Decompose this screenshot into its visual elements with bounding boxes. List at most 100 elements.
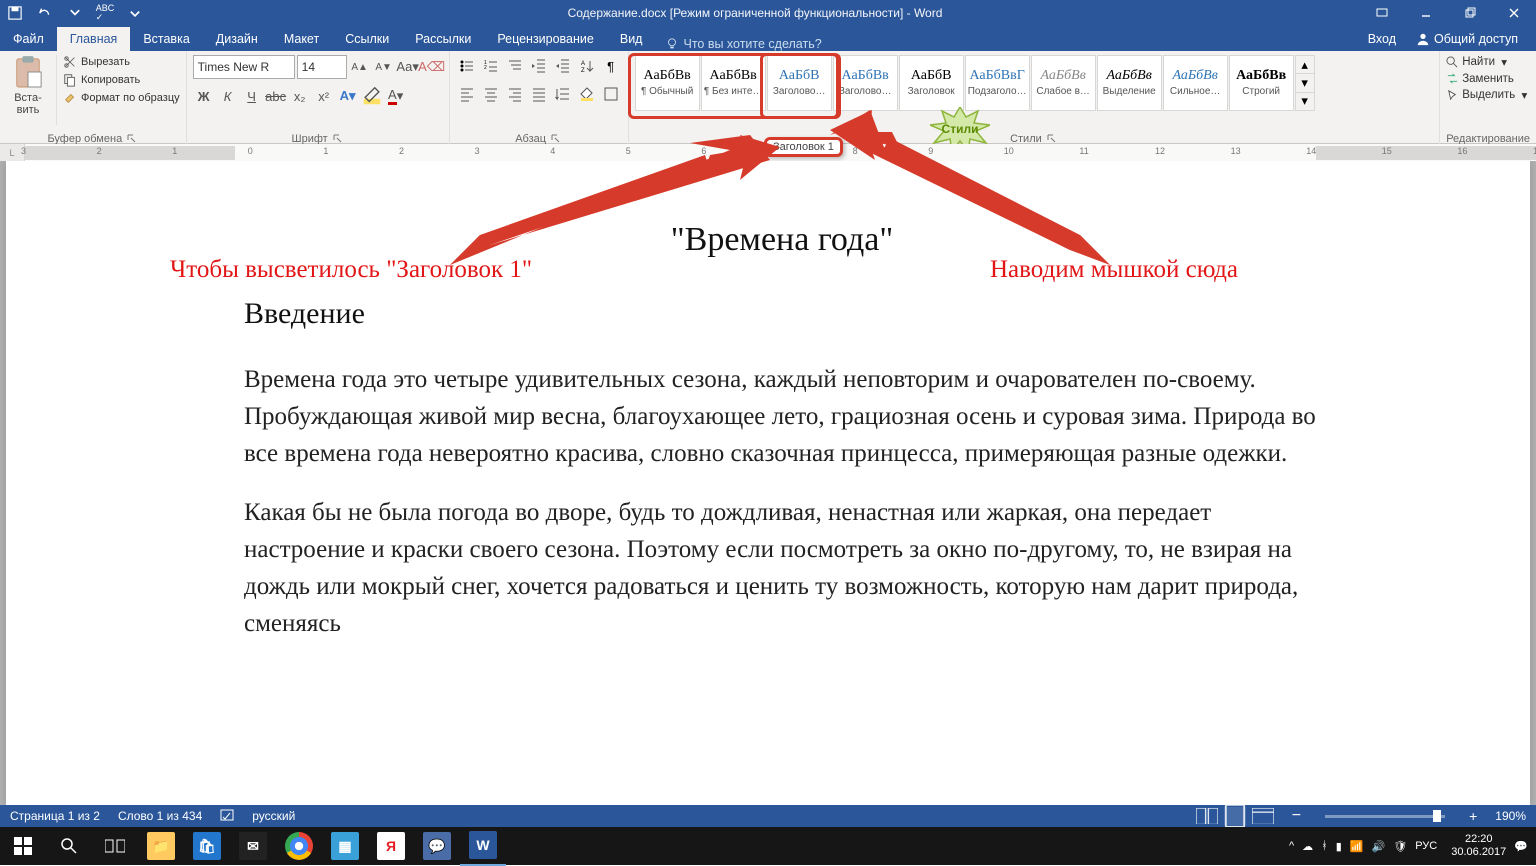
style-tile-4[interactable]: АаБбВЗаголовок bbox=[899, 55, 964, 111]
share-button[interactable]: Общий доступ bbox=[1406, 27, 1528, 51]
taskbar-app-word[interactable]: W bbox=[460, 826, 506, 866]
undo-menu-icon[interactable] bbox=[60, 0, 90, 26]
tab-review[interactable]: Рецензирование bbox=[484, 27, 607, 51]
underline-button[interactable]: Ч bbox=[241, 85, 263, 107]
qat-menu-icon[interactable] bbox=[120, 0, 150, 26]
taskbar-app-chrome[interactable] bbox=[276, 827, 322, 865]
tab-layout[interactable]: Макет bbox=[271, 27, 332, 51]
style-tile-7[interactable]: АаБбВвВыделение bbox=[1097, 55, 1162, 111]
tray-defender-icon[interactable]: 🛡 bbox=[1393, 840, 1407, 853]
format-painter-button[interactable]: Формат по образцу bbox=[63, 91, 180, 105]
taskbar-app-mail[interactable]: ✉ bbox=[230, 827, 276, 865]
style-tile-8[interactable]: АаБбВвСильное… bbox=[1163, 55, 1228, 111]
style-tile-6[interactable]: АаБбВвСлабое в… bbox=[1031, 55, 1096, 111]
web-layout-icon[interactable] bbox=[1252, 807, 1274, 825]
tray-wifi-icon[interactable]: 📶 bbox=[1350, 840, 1364, 853]
tab-home[interactable]: Главная bbox=[57, 27, 131, 51]
sort-icon[interactable]: AZ bbox=[576, 55, 598, 77]
multilevel-list-icon[interactable] bbox=[504, 55, 526, 77]
tray-bluetooth-icon[interactable]: ᚼ bbox=[1321, 840, 1328, 852]
show-marks-icon[interactable]: ¶ bbox=[600, 55, 622, 77]
close-icon[interactable] bbox=[1492, 0, 1536, 26]
zoom-slider[interactable] bbox=[1325, 815, 1445, 818]
tab-view[interactable]: Вид bbox=[607, 27, 656, 51]
italic-button[interactable]: К bbox=[217, 85, 239, 107]
signin-button[interactable]: Вход bbox=[1358, 27, 1406, 51]
shading-icon[interactable] bbox=[576, 83, 598, 105]
bullets-icon[interactable] bbox=[456, 55, 478, 77]
numbering-icon[interactable]: 12 bbox=[480, 55, 502, 77]
subscript-icon[interactable]: x₂ bbox=[289, 85, 311, 107]
status-words[interactable]: Слово 1 из 434 bbox=[118, 809, 202, 823]
tray-battery-icon[interactable]: ▮ bbox=[1336, 840, 1342, 853]
text-effects-icon[interactable]: A▾ bbox=[337, 85, 359, 107]
spellcheck-icon[interactable]: ABC✓ bbox=[90, 0, 120, 26]
cut-button[interactable]: Вырезать bbox=[63, 55, 180, 69]
tray-chevron-icon[interactable]: ^ bbox=[1289, 840, 1294, 852]
borders-icon[interactable] bbox=[600, 83, 622, 105]
align-center-icon[interactable] bbox=[480, 83, 502, 105]
tab-mailings[interactable]: Рассылки bbox=[402, 27, 484, 51]
zoom-in-icon[interactable]: + bbox=[1469, 808, 1477, 824]
change-case-icon[interactable]: Aa▾ bbox=[397, 56, 419, 78]
taskbar-app-explorer[interactable]: 📁 bbox=[138, 827, 184, 865]
taskbar-app-generic2[interactable]: 💬 bbox=[414, 827, 460, 865]
tab-insert[interactable]: Вставка bbox=[130, 27, 202, 51]
status-page[interactable]: Страница 1 из 2 bbox=[10, 809, 100, 823]
spell-status-icon[interactable] bbox=[220, 808, 234, 825]
tray-clock[interactable]: 22:20 30.06.2017 bbox=[1451, 833, 1506, 859]
copy-button[interactable]: Копировать bbox=[63, 73, 180, 87]
increase-indent-icon[interactable] bbox=[552, 55, 574, 77]
zoom-level[interactable]: 190% bbox=[1495, 809, 1526, 823]
tray-onedrive-icon[interactable]: ☁ bbox=[1302, 840, 1313, 853]
styles-scroll[interactable]: ▴▾▾ bbox=[1295, 55, 1315, 111]
zoom-out-icon[interactable]: − bbox=[1292, 807, 1301, 825]
status-language[interactable]: русский bbox=[252, 809, 295, 823]
style-tile-1[interactable]: АаБбВв¶ Без инте… bbox=[701, 55, 766, 111]
align-right-icon[interactable] bbox=[504, 83, 526, 105]
minimize-icon[interactable] bbox=[1404, 0, 1448, 26]
taskbar-app-yandex[interactable]: Я bbox=[368, 827, 414, 865]
ribbon-display-icon[interactable] bbox=[1360, 0, 1404, 26]
print-layout-icon[interactable] bbox=[1224, 807, 1246, 825]
style-tile-9[interactable]: АаБбВвСтрогий bbox=[1229, 55, 1294, 111]
highlight-icon[interactable] bbox=[361, 85, 383, 107]
tab-file[interactable]: Файл bbox=[0, 27, 57, 51]
doc-paragraph-1[interactable]: Времена года это четыре удивительных сез… bbox=[244, 361, 1320, 472]
superscript-icon[interactable]: x² bbox=[313, 85, 335, 107]
line-spacing-icon[interactable] bbox=[552, 83, 574, 105]
grow-font-icon[interactable]: A▲ bbox=[349, 56, 371, 78]
doc-heading[interactable]: Введение bbox=[244, 297, 1320, 331]
decrease-indent-icon[interactable] bbox=[528, 55, 550, 77]
justify-icon[interactable] bbox=[528, 83, 550, 105]
tab-design[interactable]: Дизайн bbox=[203, 27, 271, 51]
save-icon[interactable] bbox=[0, 0, 30, 26]
strikethrough-button[interactable]: abc bbox=[265, 85, 287, 107]
bold-button[interactable]: Ж bbox=[193, 85, 215, 107]
doc-paragraph-2[interactable]: Какая бы не была погода во дворе, будь т… bbox=[244, 494, 1320, 642]
start-button[interactable] bbox=[0, 827, 46, 865]
style-tile-2[interactable]: АаБбВЗаголово… bbox=[767, 55, 832, 111]
find-button[interactable]: Найти ▾ bbox=[1446, 55, 1527, 69]
task-view-icon[interactable] bbox=[92, 827, 138, 865]
tray-language[interactable]: РУС bbox=[1415, 840, 1437, 852]
font-color-icon[interactable]: A▾ bbox=[385, 85, 407, 107]
taskbar-app-store[interactable]: 🛍 bbox=[184, 827, 230, 865]
read-mode-icon[interactable] bbox=[1196, 807, 1218, 825]
style-tile-5[interactable]: АаБбВвГПодзаголо… bbox=[965, 55, 1030, 111]
restore-icon[interactable] bbox=[1448, 0, 1492, 26]
replace-button[interactable]: Заменить bbox=[1446, 72, 1527, 85]
align-left-icon[interactable] bbox=[456, 83, 478, 105]
clear-formatting-icon[interactable]: A⌫ bbox=[421, 56, 443, 78]
tray-volume-icon[interactable]: 🔊 bbox=[1372, 840, 1386, 853]
select-button[interactable]: Выделить ▾ bbox=[1446, 88, 1527, 102]
system-tray[interactable]: ^ ☁ ᚼ ▮ 📶 🔊 🛡 РУС 22:20 30.06.2017 💬 bbox=[1281, 833, 1536, 859]
style-tile-3[interactable]: АаБбВвЗаголово… bbox=[833, 55, 898, 111]
search-icon[interactable] bbox=[46, 827, 92, 865]
paste-button[interactable]: Вста- вить bbox=[6, 55, 57, 125]
doc-title[interactable]: "Времена года" bbox=[244, 221, 1320, 259]
font-size-combo[interactable]: 14 bbox=[297, 55, 347, 79]
font-name-combo[interactable]: Times New R bbox=[193, 55, 295, 79]
style-tile-0[interactable]: АаБбВв¶ Обычный bbox=[635, 55, 700, 111]
tell-me-search[interactable]: Что вы хотите сделать? bbox=[655, 37, 1357, 51]
